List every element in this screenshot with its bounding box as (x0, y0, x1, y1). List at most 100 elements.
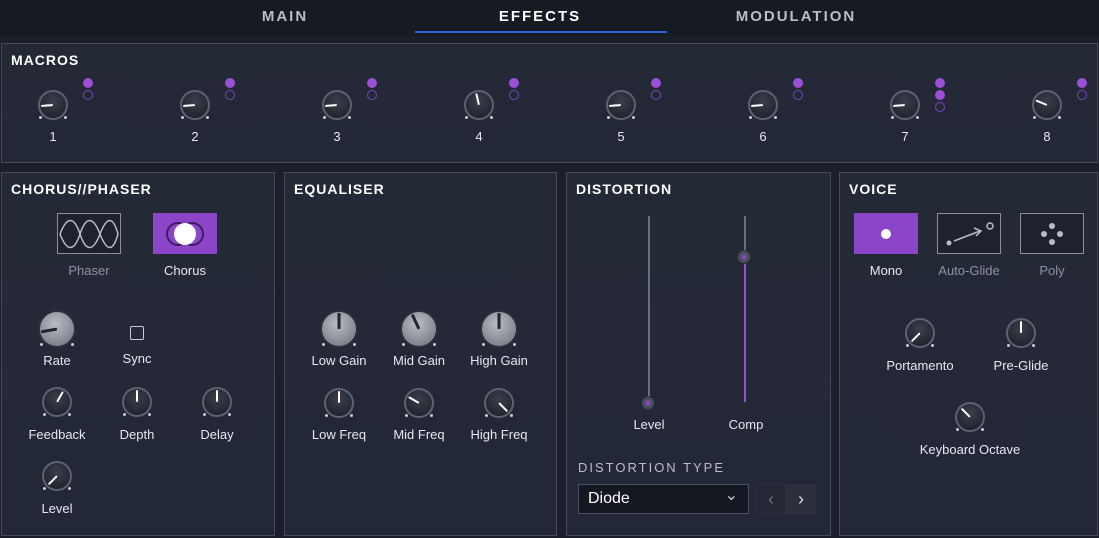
macro-knob-8-label: 8 (1043, 129, 1051, 144)
distortion-prev-button[interactable]: ‹ (756, 484, 786, 514)
macro-5-mod-indicator[interactable] (651, 90, 661, 100)
high-gain-knob-pointer (497, 313, 501, 329)
low-freq-knob-label: Low Freq (311, 427, 367, 442)
voice-title: VOICE (849, 181, 898, 197)
tab-main[interactable]: MAIN (195, 0, 375, 34)
macro-knob-1-label: 1 (49, 129, 57, 144)
auto-glide-mode-button[interactable] (937, 213, 1001, 254)
mid-gain-knob-min-tick (401, 343, 405, 347)
macro-7-mod-indicator[interactable] (935, 90, 945, 100)
macro-7-mod-indicator[interactable] (935, 102, 945, 112)
rate-knob[interactable] (38, 310, 76, 348)
level-knob-label: Level (41, 501, 73, 516)
distortion-type-dropdown[interactable]: Diode ⌄ (578, 484, 749, 514)
chorus-circles-icon (166, 222, 204, 246)
phaser-mode-label: Phaser (68, 263, 110, 278)
macro-knob-6-label: 6 (759, 129, 767, 144)
low-gain-knob-pointer (337, 313, 341, 329)
mid-gain-knob[interactable] (400, 310, 438, 348)
level-slider-thumb[interactable] (641, 396, 655, 410)
high-gain-knob-min-tick (481, 343, 485, 347)
chevron-down-icon: ⌄ (724, 487, 738, 504)
comp-slider-thumb[interactable] (737, 250, 751, 264)
macro-2-mod-indicator[interactable] (225, 90, 235, 100)
dot-icon (881, 229, 891, 239)
sync-checkbox[interactable] (130, 326, 144, 340)
depth-knob-pointer (136, 390, 138, 402)
comp-slider-label: Comp (728, 417, 764, 432)
low-gain-knob[interactable] (320, 310, 358, 348)
macro-8-mod-indicator[interactable] (1077, 90, 1087, 100)
mid-freq-knob-pointer (408, 396, 420, 404)
macro-knob-1-pointer (40, 104, 54, 107)
feedback-knob-pointer (56, 391, 64, 403)
high-freq-knob-pointer (498, 402, 509, 413)
auto-glide-mode-label: Auto-Glide (938, 263, 1000, 278)
macro-3-mod-indicator[interactable] (367, 78, 377, 88)
macro-1-mod-indicator[interactable] (83, 78, 93, 88)
distortion-next-button[interactable]: › (786, 484, 816, 514)
macro-4-mod-indicator[interactable] (509, 78, 519, 88)
tab-effects[interactable]: EFFECTS (450, 0, 630, 34)
rate-knob-min-tick (39, 343, 43, 347)
tab-bar: MAIN EFFECTS MODULATION (0, 0, 1099, 36)
tab-modulation[interactable]: MODULATION (706, 0, 886, 34)
macro-knob-6-pointer (750, 104, 764, 107)
macro-1-mod-indicator[interactable] (83, 90, 93, 100)
sync-label: Sync (122, 351, 152, 366)
portamento-knob-pointer (910, 332, 921, 343)
chevron-left-icon: ‹ (768, 489, 774, 509)
phaser-mode-button[interactable] (57, 213, 121, 254)
mid-gain-knob-label: Mid Gain (392, 353, 446, 368)
macro-knob-7-label: 7 (901, 129, 909, 144)
delay-knob-label: Delay (200, 427, 234, 442)
macro-knob-4-pointer (475, 93, 480, 106)
macro-knob-2-pointer (182, 104, 196, 107)
glide-arrow-icon (946, 222, 994, 246)
distortion-type-title: DISTORTION TYPE (578, 460, 726, 475)
macro-knob-2-label: 2 (191, 129, 199, 144)
depth-knob-label: Depth (119, 427, 155, 442)
delay-knob-pointer (216, 390, 218, 402)
low-gain-knob-min-tick (321, 343, 325, 347)
keyboard-octave-knob-label: Keyboard Octave (919, 442, 1021, 457)
high-freq-knob-label: High Freq (470, 427, 528, 442)
poly-dots-icon (1041, 223, 1063, 245)
mid-freq-knob-label: Mid Freq (393, 427, 445, 442)
macro-knob-8-pointer (1035, 99, 1048, 106)
macro-knob-4-label: 4 (475, 129, 483, 144)
mono-mode-button[interactable] (854, 213, 918, 254)
macro-8-mod-indicator[interactable] (1077, 78, 1087, 88)
chorus-phaser-title: CHORUS//PHASER (11, 181, 152, 197)
macro-6-mod-indicator[interactable] (793, 90, 803, 100)
mid-gain-knob-pointer (410, 313, 421, 330)
poly-mode-label: Poly (1039, 263, 1065, 278)
macro-knob-3-pointer (324, 104, 338, 107)
rate-knob-pointer (40, 327, 58, 334)
macro-2-mod-indicator[interactable] (225, 78, 235, 88)
macro-4-mod-indicator[interactable] (509, 90, 519, 100)
chorus-mode-button[interactable] (153, 213, 217, 254)
macros-panel: MACROS (1, 43, 1098, 163)
mono-mode-label: Mono (869, 263, 903, 278)
high-gain-knob[interactable] (480, 310, 518, 348)
rate-knob-label: Rate (43, 353, 71, 368)
level-slider-label: Level (633, 417, 665, 432)
macro-5-mod-indicator[interactable] (651, 78, 661, 88)
comp-slider-fill (744, 257, 746, 402)
macros-title: MACROS (11, 52, 80, 68)
feedback-knob-label: Feedback (28, 427, 86, 442)
macro-knob-7-pointer (892, 104, 906, 107)
level-slider-track[interactable] (648, 216, 650, 402)
portamento-knob-label: Portamento (886, 358, 954, 373)
macro-knob-5-pointer (608, 104, 622, 107)
macro-3-mod-indicator[interactable] (367, 90, 377, 100)
poly-mode-button[interactable] (1020, 213, 1084, 254)
macro-6-mod-indicator[interactable] (793, 78, 803, 88)
distortion-type-value: Diode (588, 490, 630, 507)
macro-knob-5-label: 5 (617, 129, 625, 144)
pre-glide-knob-label: Pre-Glide (993, 358, 1049, 373)
macro-7-mod-indicator[interactable] (935, 78, 945, 88)
distortion-panel: DISTORTION (566, 172, 831, 536)
equaliser-title: EQUALISER (294, 181, 385, 197)
